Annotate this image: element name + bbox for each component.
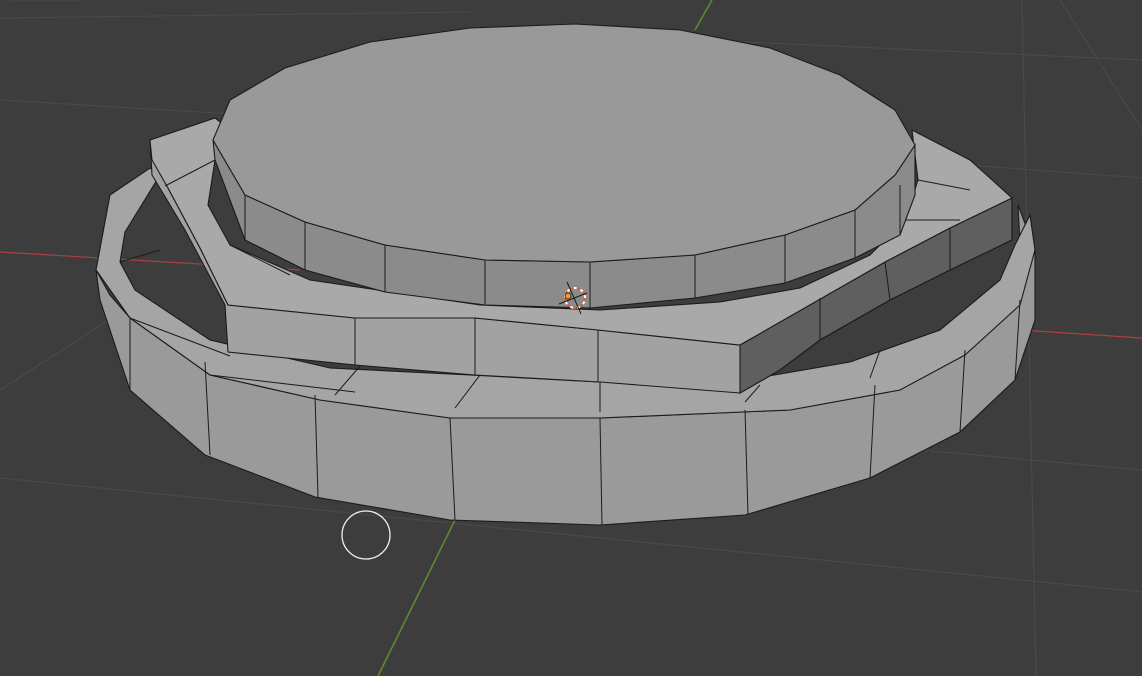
y-axis-line — [377, 519, 456, 676]
top-cylinder-cap[interactable] — [212, 23, 916, 263]
x-axis-line — [1019, 329, 1142, 339]
y-axis-line — [694, 0, 713, 31]
brush-circle-icon — [341, 510, 391, 560]
3d-viewport[interactable] — [0, 0, 1142, 676]
viewport-canvas[interactable] — [0, 0, 1142, 676]
mesh-object[interactable] — [95, 23, 1036, 526]
object-origin-icon[interactable] — [564, 292, 572, 300]
